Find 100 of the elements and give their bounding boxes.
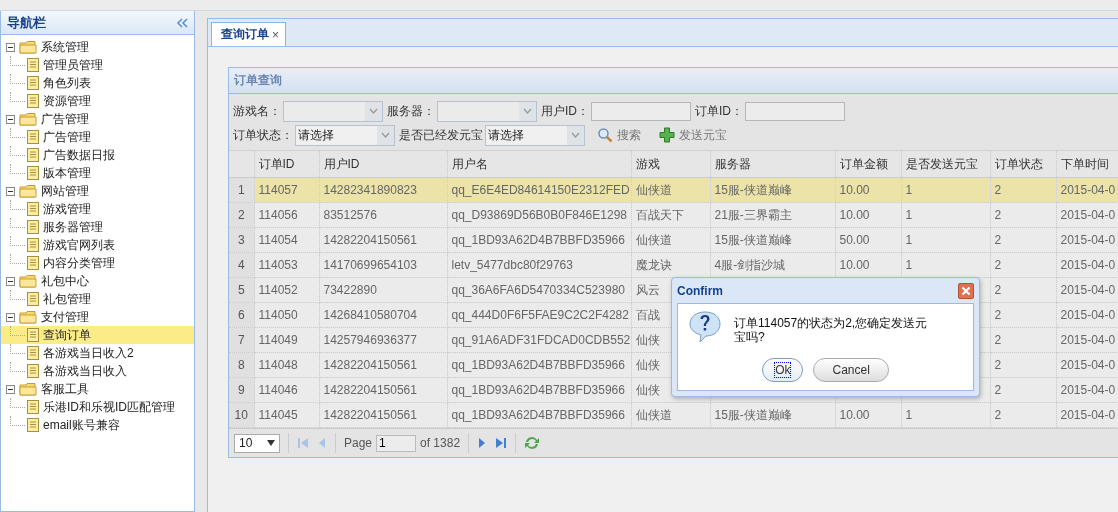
column-header[interactable]: 是否发送元宝 (901, 150, 990, 178)
collapse-toggle-icon[interactable] (6, 384, 15, 394)
tree-group[interactable]: 网站管理 (1, 182, 194, 200)
collapse-toggle-icon[interactable] (6, 186, 15, 196)
page-size-select[interactable]: 10 (234, 433, 280, 453)
tree-item[interactable]: email账号兼容 (1, 416, 194, 434)
close-button[interactable] (958, 282, 974, 299)
field-label: 游戏名： (233, 102, 281, 120)
tree-item[interactable]: 各游戏当日收入 (1, 362, 194, 380)
dialog-button[interactable]: Ok (762, 358, 804, 382)
tab[interactable]: 查询订单 × (211, 22, 286, 46)
table-cell: 2015-04-0 (1060, 358, 1116, 372)
table-cell: 4服-剑指沙城 (714, 257, 786, 272)
field-label: 订单状态： (233, 126, 293, 144)
select-field[interactable]: 请选择 (295, 124, 395, 146)
panel-title: 订单查询 (234, 72, 282, 89)
table-cell: 15服-侠道巅峰 (714, 182, 792, 197)
tree-item[interactable]: 版本管理 (1, 164, 194, 182)
dialog-title: Confirm (677, 283, 723, 298)
last-page-icon[interactable] (495, 436, 508, 450)
field-label: 是否已经发元宝 (399, 126, 483, 144)
column-header[interactable]: 订单状态 (990, 150, 1056, 178)
page-input[interactable]: 1 (376, 434, 417, 452)
table-cell: 1 (905, 408, 913, 422)
document-icon (27, 346, 39, 360)
tree-group[interactable]: 系统管理 (1, 38, 194, 56)
tree-group[interactable]: 支付管理 (1, 308, 194, 326)
collapse-toggle-icon[interactable] (6, 42, 15, 52)
column-header[interactable]: 订单金额 (835, 150, 901, 178)
caret-icon (369, 108, 378, 114)
collapse-toggle-icon[interactable] (6, 276, 15, 286)
tree-item[interactable]: 游戏官网列表 (1, 236, 194, 254)
table-cell: 2 (994, 383, 1002, 397)
select-field[interactable] (437, 100, 537, 122)
table-cell: 15服-侠道巅峰 (714, 232, 792, 247)
tree-item[interactable]: 内容分类管理 (1, 254, 194, 272)
column-header[interactable]: 下单时间 (1056, 150, 1118, 178)
table-cell: 114057 (258, 183, 298, 197)
field-label: 订单ID： (695, 102, 743, 120)
table-cell: 2015-04-0 (1060, 283, 1116, 297)
table-cell: 仙侠 (635, 382, 660, 397)
document-icon (27, 202, 39, 216)
column-header[interactable]: 服务器 (710, 150, 835, 178)
folder-icon (19, 310, 37, 324)
row-number: 4 (229, 252, 254, 278)
table-cell: 2015-04-0 (1060, 233, 1116, 247)
tree-group[interactable]: 客服工具 (1, 380, 194, 398)
table-cell: qq_91A6ADF31FDCAD0CDB552 (451, 333, 630, 347)
input-field[interactable] (591, 101, 691, 121)
collapse-icon[interactable] (176, 17, 188, 28)
table-cell: 2015-04-0 (1060, 258, 1116, 272)
tree-item[interactable]: 管理员管理 (1, 56, 194, 74)
column-header[interactable]: 订单ID (254, 150, 319, 178)
table-cell: 仙侠道 (635, 407, 672, 422)
tree-group[interactable]: 广告管理 (1, 110, 194, 128)
plus-icon (659, 127, 675, 143)
table-cell: 2 (994, 258, 1002, 272)
table-cell: 1 (905, 208, 913, 222)
dialog-button[interactable]: Cancel (813, 358, 889, 382)
tree-item[interactable]: 服务器管理 (1, 218, 194, 236)
folder-icon (19, 112, 37, 126)
table-cell: 2 (994, 308, 1002, 322)
select-field[interactable] (283, 100, 383, 122)
column-header[interactable]: 用户名 (447, 150, 631, 178)
table-cell: 114052 (258, 283, 298, 297)
table-cell: 14257946936377 (323, 333, 417, 347)
document-icon (27, 418, 39, 432)
column-header[interactable]: 用户ID (319, 150, 447, 178)
document-icon (27, 328, 39, 342)
search-button[interactable]: 搜索 (589, 126, 649, 144)
tree-item[interactable]: 礼包管理 (1, 290, 194, 308)
input-field[interactable] (745, 101, 845, 121)
folder-icon (19, 382, 37, 396)
dialog-message: 订单114057的状态为2,您确定发送元宝吗? (734, 315, 929, 344)
collapse-toggle-icon[interactable] (6, 114, 15, 124)
collapse-toggle-icon[interactable] (6, 312, 15, 322)
document-icon (27, 148, 39, 162)
table-cell: qq_36A6FA6D5470334C523980 (451, 283, 625, 297)
row-number: 9 (229, 377, 254, 403)
tree-item[interactable]: 角色列表 (1, 74, 194, 92)
table-cell: 114049 (258, 333, 298, 347)
tree-item[interactable]: 资源管理 (1, 92, 194, 110)
tree-item[interactable]: 广告管理 (1, 128, 194, 146)
document-icon (27, 238, 39, 252)
tree-item[interactable]: 乐港ID和乐视ID匹配管理 (1, 398, 194, 416)
document-icon (27, 94, 39, 108)
table-cell: 仙侠道 (635, 182, 672, 197)
row-number: 3 (229, 227, 254, 253)
tree-item[interactable]: 广告数据日报 (1, 146, 194, 164)
send-button[interactable]: 发送元宝 (651, 126, 735, 144)
tree-group[interactable]: 礼包中心 (1, 272, 194, 290)
table-cell: 2015-04-0 (1060, 208, 1116, 222)
refresh-icon[interactable] (524, 435, 541, 451)
table-cell: 2 (994, 208, 1002, 222)
tree-item[interactable]: 各游戏当日收入2 (1, 344, 194, 362)
tree-item[interactable]: 游戏管理 (1, 200, 194, 218)
page-label: Page (344, 436, 373, 450)
select-field[interactable]: 请选择 (485, 124, 585, 146)
tree-item[interactable]: 查询订单 (1, 326, 194, 344)
column-header[interactable]: 游戏 (631, 150, 710, 178)
